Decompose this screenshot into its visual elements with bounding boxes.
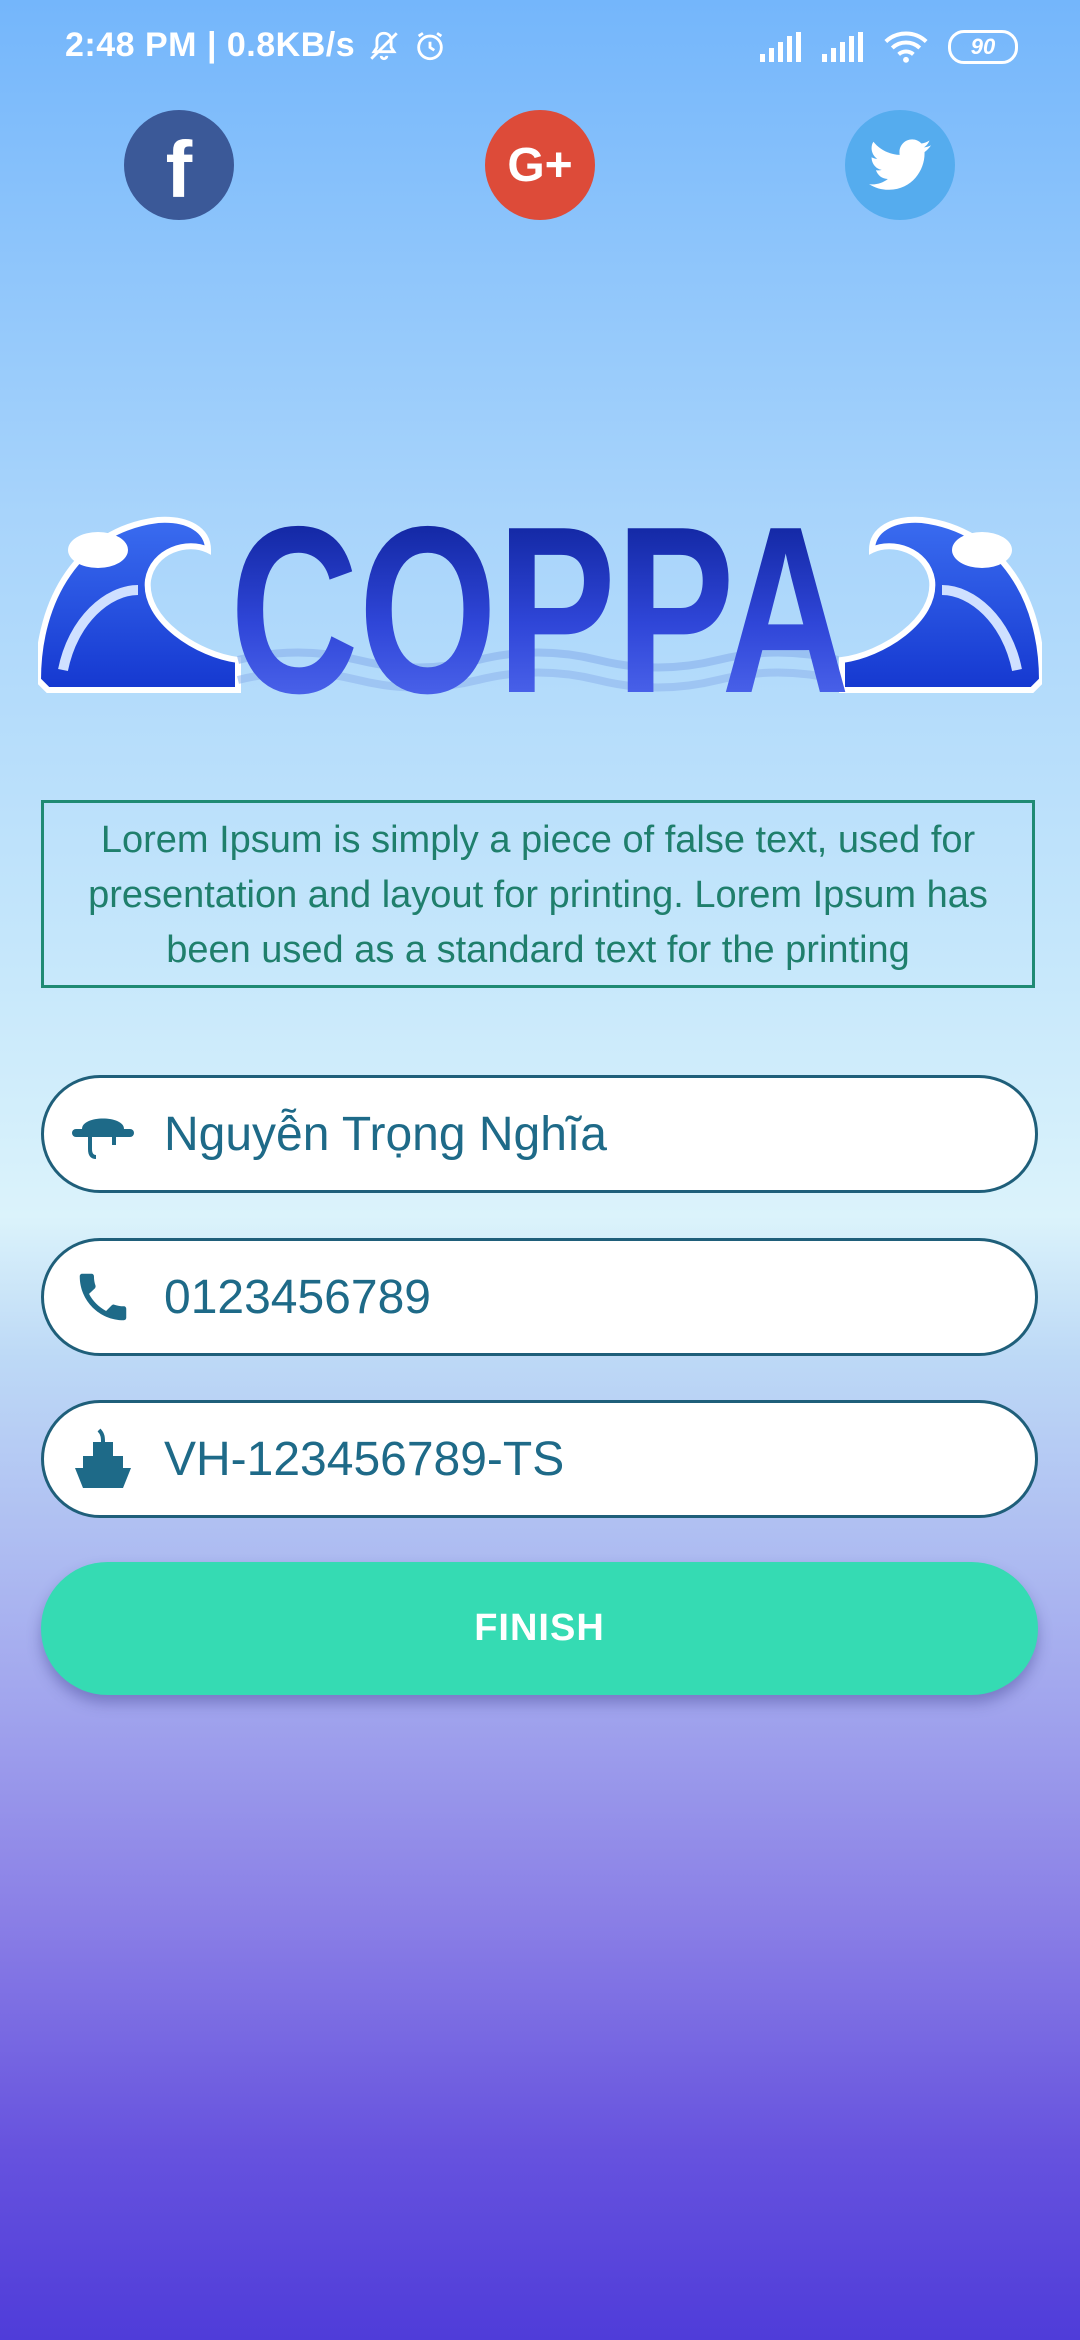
google-plus-icon: G+ (507, 138, 573, 192)
vessel-id-value: VH-123456789-TS (164, 1432, 565, 1486)
google-plus-button[interactable]: G+ (485, 110, 595, 220)
fisherman-icon (68, 1099, 138, 1169)
twitter-icon (869, 139, 931, 190)
logo-text: COPPA (230, 480, 850, 710)
phone-value: 0123456789 (164, 1270, 431, 1324)
wifi-icon (884, 31, 928, 63)
name-value: Nguyễn Trọng Nghĩa (164, 1107, 607, 1161)
status-bar: 2:48 PM | 0.8KB/s 90 (0, 0, 1080, 100)
finish-label: FINISH (474, 1607, 605, 1649)
status-right: 90 (760, 30, 1018, 64)
description-text-box: Lorem Ipsum is simply a piece of false t… (41, 800, 1035, 988)
signal-icon (760, 32, 801, 62)
ship-icon (68, 1424, 138, 1494)
name-field[interactable]: Nguyễn Trọng Nghĩa (41, 1075, 1038, 1193)
coppa-logo: COPPA (38, 480, 1042, 710)
phone-icon (68, 1262, 138, 1332)
battery-indicator: 90 (948, 30, 1018, 64)
facebook-button[interactable]: f (124, 110, 234, 220)
signal-icon (822, 32, 863, 62)
vessel-id-field[interactable]: VH-123456789-TS (41, 1400, 1038, 1518)
battery-level: 90 (970, 34, 996, 59)
description-text: Lorem Ipsum is simply a piece of false t… (88, 819, 988, 971)
alarm-icon (417, 31, 443, 60)
status-time-speed: 2:48 PM | 0.8KB/s (65, 26, 356, 64)
finish-button[interactable]: FINISH (41, 1562, 1038, 1695)
twitter-button[interactable] (845, 110, 955, 220)
bell-muted-icon (370, 31, 398, 60)
phone-field[interactable]: 0123456789 (41, 1238, 1038, 1356)
facebook-icon: f (165, 125, 193, 214)
status-left: 2:48 PM | 0.8KB/s (65, 26, 447, 65)
